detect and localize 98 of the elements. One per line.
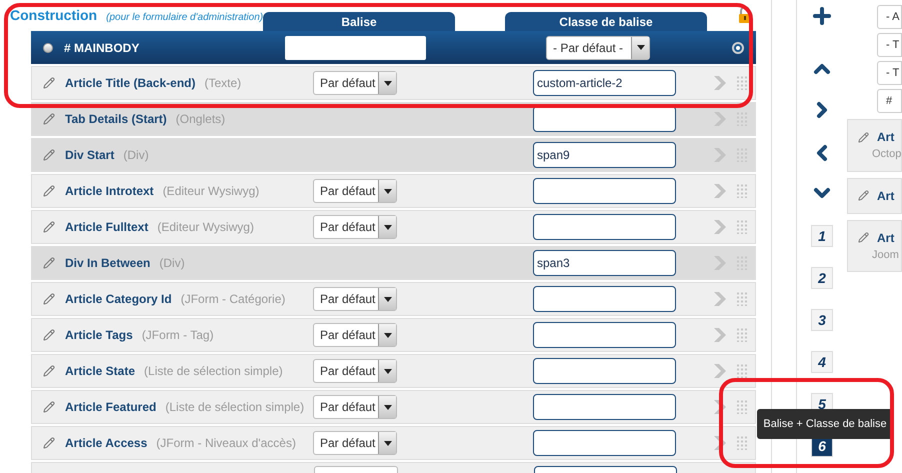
select-field[interactable]: Par défaut: [313, 71, 397, 95]
filter-field[interactable]: - A: [877, 5, 902, 29]
select-field[interactable]: Par défaut: [313, 431, 397, 455]
field-type: (JForm - Catégorie): [180, 291, 286, 308]
target-icon[interactable]: [732, 42, 744, 54]
field-name: Article Category Id: [65, 291, 172, 308]
select-field[interactable]: Par défaut: [313, 323, 397, 347]
select-field[interactable]: Par défaut: [313, 359, 397, 383]
drag-handle-icon[interactable]: [736, 436, 748, 450]
row-label: # MAINBODY: [64, 40, 140, 56]
input-field[interactable]: [533, 178, 676, 204]
field-name: Article State: [65, 363, 136, 380]
pencil-icon[interactable]: [858, 190, 869, 201]
input-field[interactable]: [533, 358, 676, 384]
pencil-icon[interactable]: [858, 132, 869, 142]
caret-icon: [378, 72, 396, 94]
card-title: Art: [877, 188, 894, 204]
select-field[interactable]: Par défaut: [313, 179, 397, 203]
caret-icon: [378, 396, 396, 418]
pencil-icon[interactable]: [42, 149, 54, 161]
field-name: Article Access: [65, 435, 148, 452]
input-field[interactable]: span9: [533, 142, 676, 168]
field-type: (Div): [123, 147, 149, 164]
pencil-icon[interactable]: [42, 329, 54, 341]
pencil-icon[interactable]: [42, 77, 54, 89]
field-name: Article Tags: [65, 327, 133, 344]
field-name: Tab Details (Start): [65, 111, 167, 128]
section-subtitle: (pour le formulaire d'administration): [106, 11, 264, 25]
field-card[interactable]: Art: [847, 178, 902, 214]
filter-field[interactable]: - T: [877, 33, 902, 57]
drag-handle-icon[interactable]: [736, 220, 748, 234]
drag-handle-icon[interactable]: [736, 400, 748, 414]
caret-icon: [378, 288, 396, 310]
caret-icon: [631, 36, 649, 58]
input-field[interactable]: [533, 322, 676, 348]
pencil-icon[interactable]: [42, 437, 54, 449]
card-title: Art: [877, 129, 894, 146]
lock-icon[interactable]: [738, 6, 752, 24]
field-type: (Div): [159, 255, 185, 272]
select-field[interactable]: - Par défaut -: [546, 36, 650, 60]
layout-button[interactable]: 2: [811, 267, 833, 289]
field-type: (Editeur Wysiwyg): [162, 183, 260, 200]
pencil-icon[interactable]: [858, 232, 869, 243]
input-field[interactable]: [533, 106, 676, 132]
filter-field[interactable]: - T: [877, 61, 902, 85]
pencil-icon[interactable]: [42, 185, 54, 197]
drag-handle-icon[interactable]: [736, 292, 748, 306]
drag-handle-icon[interactable]: [736, 76, 748, 90]
field-type: (Editeur Wysiwyg): [157, 219, 254, 236]
section-title: Construction: [10, 6, 98, 25]
card-subtitle: Joom: [871, 248, 900, 262]
field-type: (Onglets): [176, 111, 226, 128]
input-field[interactable]: [285, 36, 426, 60]
field-type: (JForm - Niveaux d'accès): [156, 435, 296, 452]
caret-icon: [378, 216, 396, 238]
field-card[interactable]: Art Octop: [847, 119, 902, 172]
pencil-icon[interactable]: [42, 257, 54, 269]
select-field[interactable]: Par défaut: [313, 215, 397, 239]
pencil-icon[interactable]: [42, 365, 54, 377]
card-subtitle: Octop: [871, 147, 902, 162]
field-type: (Liste de sélection simple): [165, 399, 304, 416]
field-name: Article Introtext: [65, 183, 154, 200]
field-type: (Texte): [204, 75, 242, 92]
select-field[interactable]: Par défaut: [313, 395, 397, 419]
field-type: (JForm - Tag): [142, 327, 214, 344]
layout-button[interactable]: 4: [811, 351, 833, 373]
field-name: Article Title (Back-end): [65, 75, 196, 92]
filter-field[interactable]: #: [877, 89, 902, 113]
field-type: (Liste de sélection simple): [144, 363, 283, 380]
field-name: Div In Between: [65, 255, 150, 272]
field-name: Article Featured: [65, 399, 156, 416]
pencil-icon[interactable]: [42, 401, 54, 413]
tooltip: Balise + Classe de balise: [757, 409, 893, 439]
pencil-icon[interactable]: [42, 293, 54, 305]
select-field[interactable]: Par défaut: [313, 287, 397, 311]
pencil-icon[interactable]: [42, 113, 54, 125]
field-name: Article Fulltext: [65, 219, 148, 236]
drag-handle-icon[interactable]: [736, 364, 748, 378]
input-field[interactable]: [533, 286, 676, 312]
field-card[interactable]: Art Joom: [847, 220, 902, 272]
caret-icon: [378, 432, 396, 454]
caret-icon: [378, 324, 396, 346]
layout-button[interactable]: 1: [811, 225, 833, 247]
caret-icon: [378, 180, 396, 202]
card-title: Art: [877, 230, 894, 246]
add-icon[interactable]: [810, 4, 834, 28]
input-field[interactable]: [533, 214, 676, 240]
pencil-icon[interactable]: [42, 221, 54, 233]
input-field[interactable]: [533, 394, 676, 420]
drag-handle-icon[interactable]: [736, 184, 748, 198]
layout-button[interactable]: 3: [811, 309, 833, 331]
input-field[interactable]: [533, 430, 676, 456]
input-field[interactable]: custom-article-2: [533, 70, 676, 96]
field-name: Div Start: [65, 147, 114, 164]
input-field[interactable]: span3: [533, 250, 676, 276]
drag-handle-icon[interactable]: [736, 328, 748, 342]
radio-icon[interactable]: [42, 42, 52, 52]
caret-icon: [378, 360, 396, 382]
